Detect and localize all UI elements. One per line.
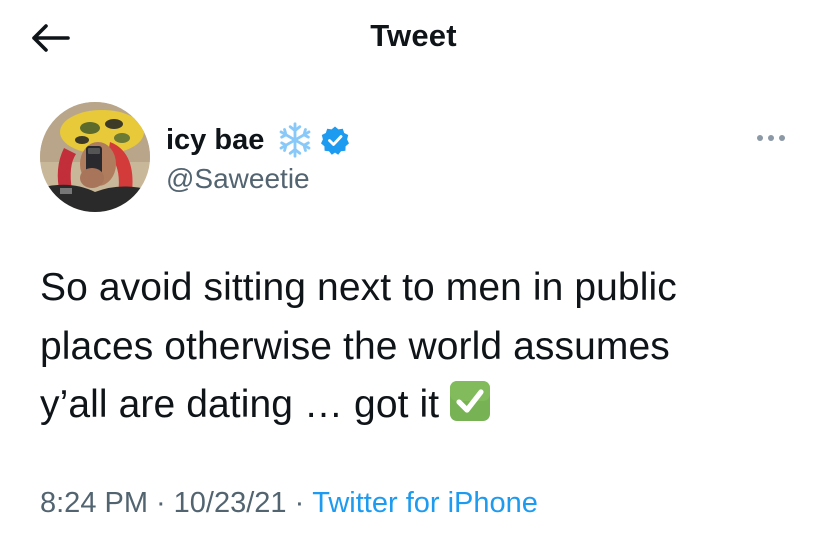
tweet-text: So avoid sitting next to men in public p… [40, 259, 800, 435]
tweet-meta: 8:24 PM · 10/23/21 · Twitter for iPhone [40, 485, 538, 521]
meta-separator: · [156, 487, 166, 519]
verified-badge-icon [321, 126, 350, 155]
snowflake-icon [279, 122, 311, 158]
check-mark-button-icon [450, 381, 491, 421]
more-options-icon [757, 135, 785, 141]
tweet-text-line: places otherwise the world assumes [40, 324, 670, 368]
profile-avatar [40, 102, 150, 212]
avatar[interactable] [40, 102, 150, 212]
tweet-time[interactable]: 8:24 PM [40, 487, 148, 519]
author-display-name[interactable]: icy bae [166, 123, 264, 157]
page-title: Tweet [370, 18, 457, 53]
more-options-button[interactable] [752, 126, 792, 150]
tweet-date[interactable]: 10/23/21 [174, 487, 287, 519]
author-name-row[interactable]: icy bae [166, 122, 350, 158]
tweet-text-line: So avoid sitting next to men in public [40, 266, 677, 309]
tweet-source-link[interactable]: Twitter for iPhone [312, 487, 538, 519]
top-bar: Tweet [0, 0, 827, 72]
meta-separator: · [294, 487, 305, 519]
tweet-text-line: y’all are dating … got it [40, 376, 800, 435]
author-handle[interactable]: @Saweetie [166, 162, 310, 196]
tweet-text-line-content: y’all are dating … got it [40, 383, 440, 426]
